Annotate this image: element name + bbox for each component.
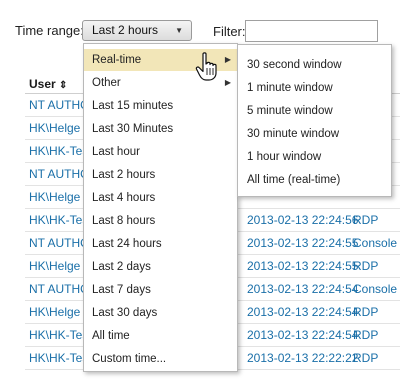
menu-item-last-2-days[interactable]: Last 2 days [84,256,237,278]
session-type-link[interactable]: Console [353,236,397,250]
date-link[interactable]: 2013-02-13 22:22:22 [247,351,358,365]
menu-item-label: Last 30 days [92,307,158,319]
submenu-item-30-minute-window[interactable]: 30 minute window [247,128,339,140]
menu-item-last-hour[interactable]: Last hour [84,141,237,163]
menu-item-label: Last 24 hours [92,238,162,250]
column-header-user[interactable]: User ⇕ [29,77,67,91]
menu-item-last-7-days[interactable]: Last 7 days [84,279,237,301]
real-time-submenu: 30 second window 1 minute window 5 minute … [237,44,392,197]
menu-item-label: Last 8 hours [92,215,156,227]
menu-item-label: Last 7 days [92,284,151,296]
column-header-user-label: User [29,77,56,91]
submenu-item-30-second-window[interactable]: 30 second window [247,59,342,71]
date-link[interactable]: 2013-02-13 22:24:54 [247,305,358,319]
submenu-item-5-minute-window[interactable]: 5 minute window [247,105,333,117]
menu-item-label: All time [92,330,130,342]
session-type-link[interactable]: RDP [353,351,378,365]
menu-item-last-24-hours[interactable]: Last 24 hours [84,233,237,255]
submenu-item-1-hour-window[interactable]: 1 hour window [247,151,321,163]
date-link[interactable]: 2013-02-13 22:24:55 [247,259,358,273]
menu-item-last-2-hours[interactable]: Last 2 hours [84,164,237,186]
submenu-item-1-minute-window[interactable]: 1 minute window [247,82,333,94]
date-link[interactable]: 2013-02-13 22:24:54 [247,328,358,342]
filter-input[interactable] [245,20,378,42]
submenu-item-all-time-real-time[interactable]: All time (real-time) [247,174,340,186]
session-type-link[interactable]: RDP [353,259,378,273]
date-link[interactable]: 2013-02-13 22:24:54 [247,282,358,296]
date-link[interactable]: 2013-02-13 22:24:56 [247,213,358,227]
menu-item-label: Other [92,77,121,89]
menu-item-label: Real-time [92,54,142,66]
menu-item-label: Last 2 days [92,261,151,273]
menu-item-last-30-days[interactable]: Last 30 days [84,302,237,324]
menu-item-all-time[interactable]: All time [84,325,237,347]
chevron-down-icon: ▼ [175,26,183,35]
menu-item-last-30-minutes[interactable]: Last 30 Minutes [84,118,237,140]
menu-item-label: Last hour [92,146,140,158]
time-range-value: Last 2 hours [92,23,159,37]
menu-item-label: Last 30 Minutes [92,123,174,135]
session-type-link[interactable]: Console [353,282,397,296]
menu-item-label: Last 4 hours [92,192,156,204]
session-type-link[interactable]: RDP [353,213,378,227]
menu-item-last-15-minutes[interactable]: Last 15 minutes [84,95,237,117]
hand-pointer-icon [195,52,217,81]
menu-item-last-4-hours[interactable]: Last 4 hours [84,187,237,209]
user-link[interactable]: HK\Helge [29,190,80,204]
menu-item-last-8-hours[interactable]: Last 8 hours [84,210,237,232]
user-link[interactable]: HK\Helge [29,305,80,319]
user-link[interactable]: HK\Helge [29,259,80,273]
menu-item-label: Custom time... [92,353,167,365]
time-range-menu: Real-time ▶ Other ▶ Last 15 minutes Last 30 M… [83,43,238,372]
chevron-right-icon: ▶ [224,78,231,87]
filter-label: Filter: [213,24,246,39]
user-link[interactable]: HK\Helge [29,121,80,135]
date-link[interactable]: 2013-02-13 22:24:55 [247,236,358,250]
sort-icon: ⇕ [59,80,68,91]
session-type-link[interactable]: RDP [353,305,378,319]
session-type-link[interactable]: RDP [353,328,378,342]
time-range-label: Time range: [15,23,84,38]
time-range-select[interactable]: Last 2 hours ▼ [82,20,192,41]
chevron-right-icon: ▶ [224,55,231,64]
menu-item-custom-time[interactable]: Custom time... [84,348,237,370]
menu-item-label: Last 2 hours [92,169,156,181]
menu-item-label: Last 15 minutes [92,100,174,112]
